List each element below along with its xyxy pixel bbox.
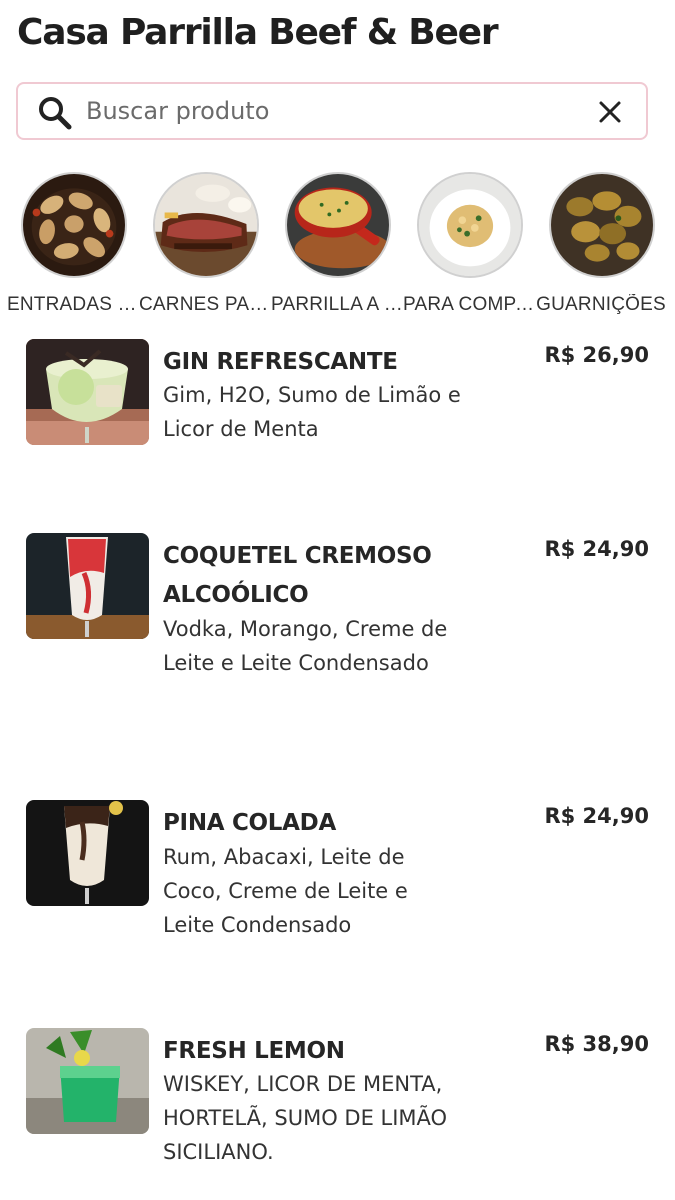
category-label: PARRILLA A DOIS [271,294,403,315]
strawberry-cocktail-photo-icon [26,533,149,639]
category-entradas[interactable]: ENTRADAS E PETISCOS [7,172,139,322]
close-icon[interactable] [598,100,622,124]
grilled-steak-photo-icon [153,172,259,278]
category-label: PARA COMPARTILHAR [403,294,535,315]
product-name: FRESH LEMON [163,1038,345,1064]
product-name: PINA COLADA [163,810,336,836]
product-name: COQUETEL CREMOSO ALCOÓLICO [163,543,432,608]
cheese-pan-photo-icon [285,172,391,278]
category-guarnicoes[interactable]: GUARNIÇÕES [535,172,667,322]
category-para-compartilhar[interactable]: PARA COMPARTILHAR [403,172,535,322]
gin-glass-photo-icon [26,339,149,445]
product-description: Gim, H2O, Sumo de Limão e Licor de Menta [163,383,461,441]
category-carousel: ENTRADAS E PETISCOS CARNES PARRILLA [0,172,675,322]
category-parrilla-a-dois[interactable]: PARRILLA A DOIS [271,172,403,322]
product-price: R$ 38,90 [544,1032,649,1056]
product-price: R$ 24,90 [544,537,649,561]
fried-appetizers-photo-icon [21,172,127,278]
pina-colada-photo-icon [26,800,149,906]
green-drink-photo-icon [26,1028,149,1134]
product-description: Vodka, Morango, Creme de Leite e Leite C… [163,617,448,675]
category-label: CARNES PARRILLA [139,294,271,315]
fried-potatoes-photo-icon [549,172,655,278]
product-price: R$ 24,90 [544,804,649,828]
title-fade-overlay [500,0,675,70]
pasta-plate-photo-icon [417,172,523,278]
product-name: GIN REFRESCANTE [163,349,398,375]
search-icon[interactable] [37,95,73,131]
search-input[interactable] [86,92,586,130]
product-price: R$ 26,90 [544,343,649,367]
product-description: Rum, Abacaxi, Leite de Coco, Creme de Le… [163,845,408,937]
category-label: GUARNIÇÕES [536,294,666,315]
search-bar [16,82,648,140]
category-label: ENTRADAS E PETISCOS [7,294,139,315]
page-title: Casa Parrilla Beef & Beer [17,12,499,53]
category-carnes-parrilla[interactable]: CARNES PARRILLA [139,172,271,322]
product-description: WISKEY, LICOR DE MENTA, HORTELÃ, SUMO DE… [163,1072,448,1164]
menu-page: Casa Parrilla Beef & Beer Buscar produto… [0,0,675,1200]
